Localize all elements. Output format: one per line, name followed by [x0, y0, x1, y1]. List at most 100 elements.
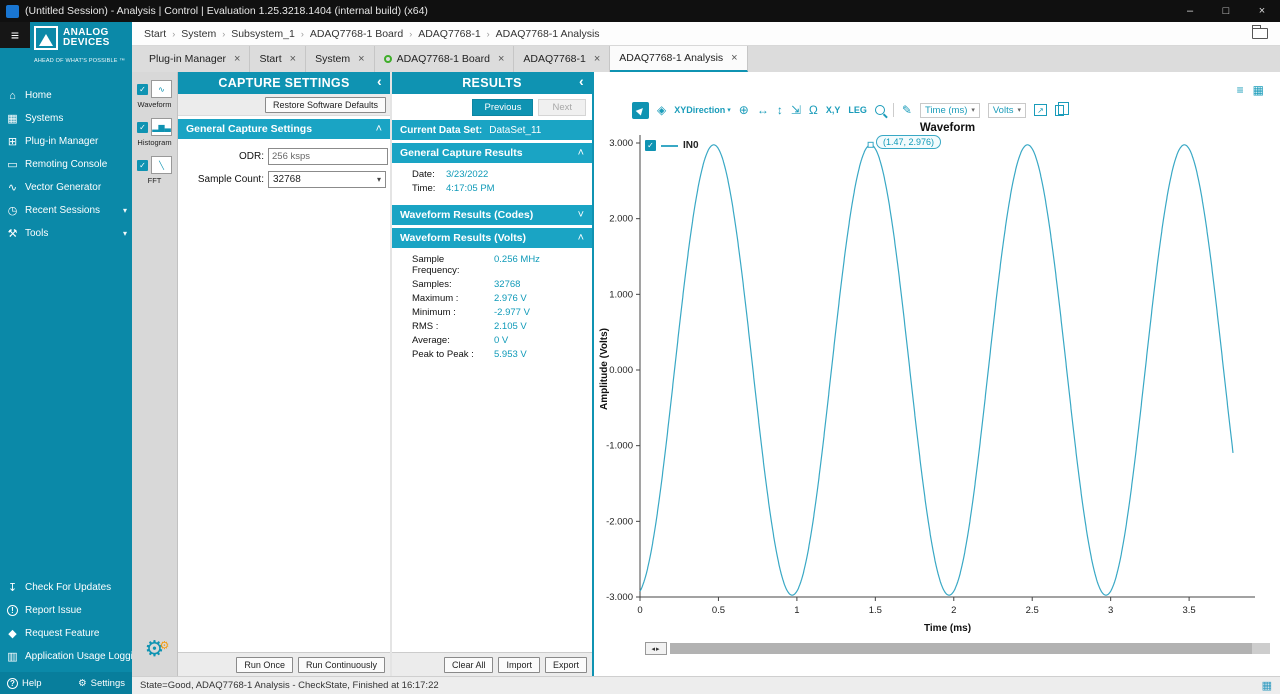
maximize-button[interactable]: □ — [1208, 0, 1244, 22]
waveform-results-codes-section[interactable]: Waveform Results (Codes) ˅ — [392, 205, 592, 225]
horizontal-zoom-button[interactable]: ↔ — [757, 102, 769, 119]
plot-list-icon[interactable]: ≡ — [1237, 83, 1244, 97]
analysis-settings-gear-button[interactable]: ⚙ ⚙ — [145, 638, 165, 660]
app-window: (Untitled Session) - Analysis | Control … — [0, 0, 1280, 694]
chevron-down-icon[interactable]: ▾ — [123, 229, 127, 238]
sidebar-item-systems[interactable]: ▦ Systems — [0, 107, 132, 130]
hamburger-menu-icon[interactable]: ≡ — [0, 22, 30, 48]
tab-adaq7768-1-board[interactable]: ADAQ7768-1 Board × — [375, 46, 515, 72]
close-icon[interactable]: × — [234, 53, 240, 65]
fit-to-view-button[interactable]: ⇲ — [791, 102, 801, 119]
breadcrumb-item[interactable]: Subsystem_1 — [231, 28, 295, 40]
close-button[interactable]: × — [1244, 0, 1280, 22]
capture-settings-footer: Run Once Run Continuously — [178, 652, 390, 676]
x-units-dropdown[interactable]: Time (ms) ▾ — [920, 103, 980, 118]
sidebar-bottom-nav: ↧ Check For Updates ! Report Issue ◆ Req… — [0, 576, 132, 668]
close-icon[interactable]: × — [290, 53, 296, 65]
collapse-panel-icon[interactable]: ‹ — [579, 73, 584, 89]
export-button[interactable]: Export — [545, 657, 587, 673]
run-once-button[interactable]: Run Once — [236, 657, 293, 673]
xy-readout-toggle[interactable]: X,Y — [826, 105, 841, 115]
waveform-checkbox[interactable]: ✓ — [137, 84, 148, 95]
odr-input[interactable] — [268, 148, 388, 165]
close-icon[interactable]: × — [731, 52, 737, 64]
y-units-dropdown[interactable]: Volts ▾ — [988, 103, 1026, 118]
xy-direction-dropdown[interactable]: XYDirection ▾ — [674, 105, 731, 115]
histogram-view-toggle[interactable]: ✓ ▂▆▃ Histogram — [137, 118, 172, 147]
sidebar-item-recent-sessions[interactable]: ◷ Recent Sessions ▾ — [0, 199, 132, 222]
vertical-zoom-button[interactable]: ↕ — [777, 102, 783, 119]
status-grid-icon[interactable]: ▦ — [1262, 679, 1272, 692]
sidebar-item-vector-generator[interactable]: ∿ Vector Generator — [0, 176, 132, 199]
chart-horizontal-scroll: ◂▸ — [645, 642, 1270, 655]
fft-view-toggle[interactable]: ✓ ╲ FFT — [137, 156, 172, 185]
breadcrumb-separator: › — [295, 29, 310, 39]
help-button[interactable]: ? Help — [7, 678, 42, 689]
tab-adaq7768-1[interactable]: ADAQ7768-1 × — [514, 46, 610, 72]
breadcrumb-item[interactable]: ADAQ7768-1 — [418, 28, 480, 40]
chart-title: Waveform — [640, 122, 1255, 134]
sidebar-item-check-for-updates[interactable]: ↧ Check For Updates — [0, 576, 132, 599]
legend-toggle[interactable]: LEG — [848, 105, 867, 115]
tab-adaq7768-1-analysis[interactable]: ADAQ7768-1 Analysis × — [610, 46, 747, 72]
sidebar-item-plugin-manager[interactable]: ⊞ Plug-in Manager — [0, 130, 132, 153]
sample-count-dropdown[interactable]: 32768 ▾ — [268, 171, 386, 188]
sidebar-item-report-issue[interactable]: ! Report Issue — [0, 599, 132, 622]
next-dataset-button[interactable]: Next — [538, 99, 586, 116]
copy-plot-icon[interactable] — [1055, 105, 1064, 116]
pan-tool-button[interactable]: ⊕ — [739, 102, 749, 119]
waveform-view-toggle[interactable]: ✓ ∿ Waveform — [137, 80, 172, 109]
close-icon[interactable]: × — [358, 53, 364, 65]
breadcrumb-item[interactable]: ADAQ7768-1 Analysis — [496, 28, 600, 40]
sidebar-item-tools[interactable]: ⚒ Tools ▾ — [0, 222, 132, 245]
breadcrumb-item[interactable]: Start — [144, 28, 166, 40]
fft-checkbox[interactable]: ✓ — [137, 160, 148, 171]
general-capture-settings-section[interactable]: General Capture Settings ˄ — [178, 119, 390, 139]
import-button[interactable]: Import — [498, 657, 540, 673]
plot-grid-icon[interactable]: ▦ — [1253, 83, 1264, 97]
session-folder-icon[interactable] — [1252, 28, 1268, 39]
sidebar-item-remoting-console[interactable]: ▭ Remoting Console — [0, 153, 132, 176]
breadcrumb-item[interactable]: System — [181, 28, 216, 40]
zoom-icon[interactable] — [875, 105, 885, 115]
series-in0-checkbox[interactable]: ✓ — [645, 140, 656, 151]
sidebar-item-application-usage-logging[interactable]: ▥ Application Usage Logging — [0, 645, 132, 668]
chevron-down-icon[interactable]: ▾ — [123, 206, 127, 215]
usage-log-icon: ▥ — [5, 650, 20, 663]
settings-button[interactable]: ⚙ Settings — [78, 678, 125, 689]
close-icon[interactable]: × — [498, 53, 504, 65]
chart-hscrollbar-track[interactable] — [670, 643, 1270, 654]
general-capture-results-section[interactable]: General Capture Results ˄ — [392, 143, 592, 163]
pointer-tool-button[interactable]: ▶ — [632, 102, 649, 119]
window-controls: – □ × — [1172, 0, 1280, 22]
minimize-button[interactable]: – — [1172, 0, 1208, 22]
waveform-icon: ∿ — [151, 80, 172, 98]
adi-tagline: AHEAD OF WHAT'S POSSIBLE ™ — [34, 58, 125, 64]
histogram-checkbox[interactable]: ✓ — [137, 122, 148, 133]
chart-toolbar: ▶ ◈ XYDirection ▾ ⊕ ↔ ↕ ⇲ Ω X,Y LEG ✎ Ti… — [632, 100, 1064, 120]
sidebar-item-request-feature[interactable]: ◆ Request Feature — [0, 622, 132, 645]
waveform-plot[interactable]: 00.511.522.533.53.0002.0001.0000.000-1.0… — [594, 72, 1280, 676]
run-continuously-button[interactable]: Run Continuously — [298, 657, 385, 673]
annotate-pencil-button[interactable]: ✎ — [902, 102, 912, 119]
restore-defaults-button[interactable]: Restore Software Defaults — [265, 97, 386, 113]
clear-all-button[interactable]: Clear All — [444, 657, 494, 673]
chevron-down-icon: ▾ — [1017, 106, 1021, 114]
tag-tool-button[interactable]: ◈ — [657, 102, 666, 119]
tab-start[interactable]: Start × — [250, 46, 306, 72]
export-plot-icon[interactable]: ↗ — [1034, 104, 1047, 116]
svg-text:0: 0 — [637, 605, 642, 616]
collapse-panel-icon[interactable]: ‹ — [377, 73, 382, 89]
chart-hscrollbar-thumb[interactable] — [670, 643, 1252, 654]
waveform-results-volts-section[interactable]: Waveform Results (Volts) ˄ — [392, 228, 592, 248]
undo-zoom-button[interactable]: Ω — [809, 102, 818, 119]
close-icon[interactable]: × — [594, 53, 600, 65]
result-row: Average: 0 V — [412, 335, 592, 346]
tab-plugin-manager[interactable]: Plug-in Manager × — [140, 46, 250, 72]
breadcrumb-item[interactable]: ADAQ7768-1 Board — [310, 28, 403, 40]
previous-dataset-button[interactable]: Previous — [472, 99, 533, 116]
sidebar-item-home[interactable]: ⌂ Home — [0, 84, 132, 107]
breadcrumb-separator: › — [216, 29, 231, 39]
tab-system[interactable]: System × — [306, 46, 374, 72]
scroll-arrows-button[interactable]: ◂▸ — [645, 642, 667, 655]
